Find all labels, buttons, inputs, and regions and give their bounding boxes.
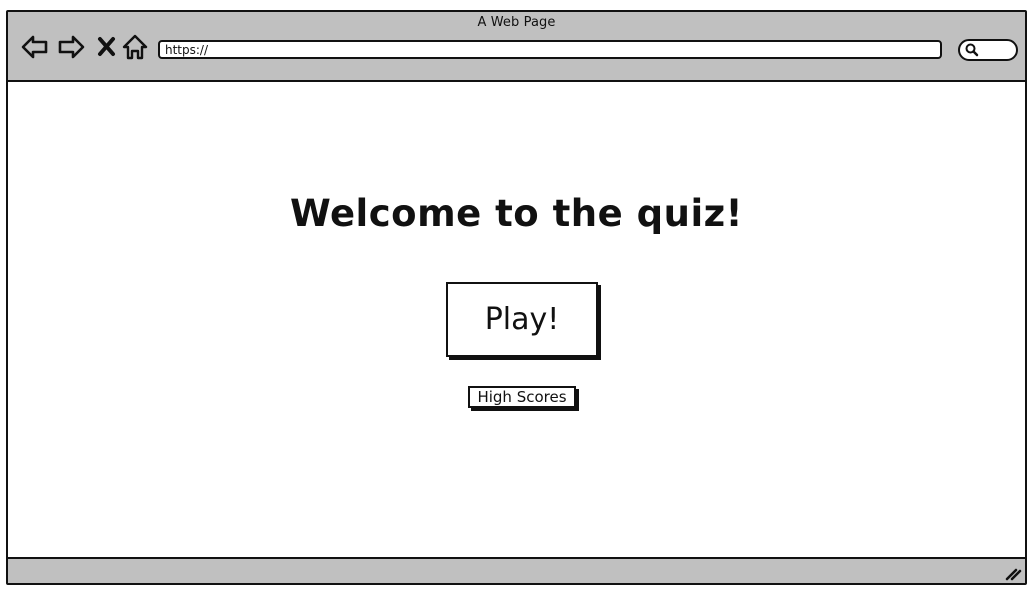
status-bar: [8, 557, 1025, 583]
browser-window: A Web Page https:// Welcome to the quiz!…: [6, 10, 1027, 585]
high-scores-button[interactable]: High Scores: [468, 386, 576, 408]
search-icon: [965, 43, 979, 57]
browser-toolbar: A Web Page https://: [8, 12, 1025, 82]
search-box[interactable]: [958, 39, 1018, 61]
address-text: https://: [165, 42, 209, 57]
play-button[interactable]: Play!: [446, 282, 598, 357]
forward-arrow-icon[interactable]: [56, 32, 86, 62]
address-bar[interactable]: https://: [158, 40, 942, 59]
back-arrow-icon[interactable]: [20, 32, 50, 62]
page-heading: Welcome to the quiz!: [289, 192, 744, 235]
play-button-label: Play!: [484, 302, 560, 337]
close-icon[interactable]: [92, 32, 122, 62]
window-title: A Web Page: [477, 15, 556, 30]
home-icon[interactable]: [120, 32, 150, 62]
resize-handle-icon[interactable]: [1004, 565, 1022, 581]
high-scores-label: High Scores: [477, 388, 567, 406]
page-content: Welcome to the quiz! Play! High Scores: [8, 82, 1025, 559]
